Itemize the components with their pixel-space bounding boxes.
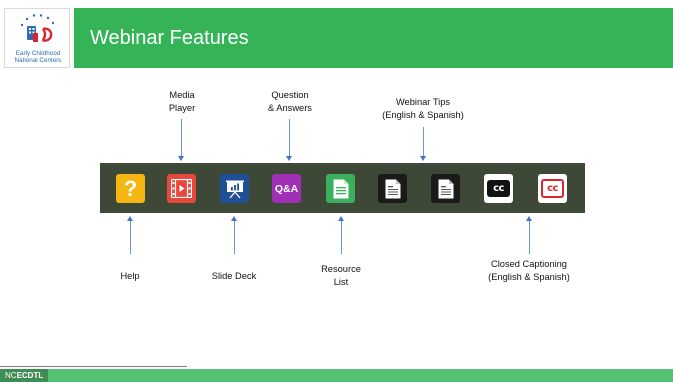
callout-webinar-tips: Webinar Tips (English & Spanish) — [382, 97, 464, 120]
cc-label: cc — [493, 183, 504, 194]
arrow-webinar-tips — [420, 127, 426, 161]
footer-tag-prefix: NC — [5, 371, 17, 380]
webinar-tip-english-icon[interactable] — [378, 174, 407, 203]
cc-spanish-badge: cc — [541, 179, 564, 198]
closed-caption-spanish-icon[interactable]: cc — [538, 174, 567, 203]
logo-text-line2: National Centers — [14, 57, 62, 64]
footer-divider — [0, 366, 187, 367]
closed-caption-icon[interactable]: cc — [484, 174, 513, 203]
arrow-resource-list — [338, 216, 344, 254]
arrow-help — [127, 216, 133, 254]
ecnc-logo: Early Childhood National Centers — [4, 8, 70, 68]
resource-list-icon[interactable] — [326, 174, 355, 203]
callout-media-player: Media Player — [168, 90, 196, 113]
tip-document-icon — [438, 179, 453, 198]
arrow-media-player — [178, 119, 184, 161]
qa-icon[interactable]: Q&A — [272, 174, 301, 203]
help-icon[interactable]: ? — [116, 174, 145, 203]
arrow-question-answers — [286, 119, 292, 161]
presentation-board-icon — [225, 180, 244, 198]
webinar-toolbar: ? Q&A cc cc — [100, 163, 585, 213]
media-player-icon[interactable] — [167, 174, 196, 203]
callout-resource-list: Resource List — [321, 264, 361, 287]
webinar-tip-spanish-icon[interactable] — [431, 174, 460, 203]
callout-question-answers: Question & Answers — [268, 90, 312, 113]
cc-badge: cc — [487, 180, 510, 197]
film-strip-icon — [171, 179, 192, 198]
callout-closed-captioning: Closed Captioning (English & Spanish) — [488, 259, 570, 282]
slide: Early Childhood National Centers Webinar… — [0, 0, 673, 382]
footer-tag-bold: ECDTL — [16, 371, 44, 380]
help-glyph: ? — [123, 175, 138, 201]
title-bar: Webinar Features — [74, 8, 673, 68]
slide-title: Webinar Features — [90, 27, 249, 49]
qa-label: Q&A — [274, 182, 299, 195]
document-icon — [333, 179, 348, 198]
arrow-closed-captioning — [526, 216, 532, 254]
cc-spanish-label: cc — [547, 183, 558, 194]
tip-document-icon — [385, 179, 400, 198]
ecnc-logo-mark-icon — [20, 14, 55, 42]
footer-tag: NCECDTL — [0, 369, 49, 382]
logo-text-line1: Early Childhood — [15, 50, 61, 57]
callout-help: Help — [120, 271, 140, 281]
footer-bar — [0, 369, 673, 382]
callout-slide-deck: Slide Deck — [211, 271, 257, 281]
arrow-slide-deck — [231, 216, 237, 254]
slide-deck-icon[interactable] — [220, 174, 249, 203]
